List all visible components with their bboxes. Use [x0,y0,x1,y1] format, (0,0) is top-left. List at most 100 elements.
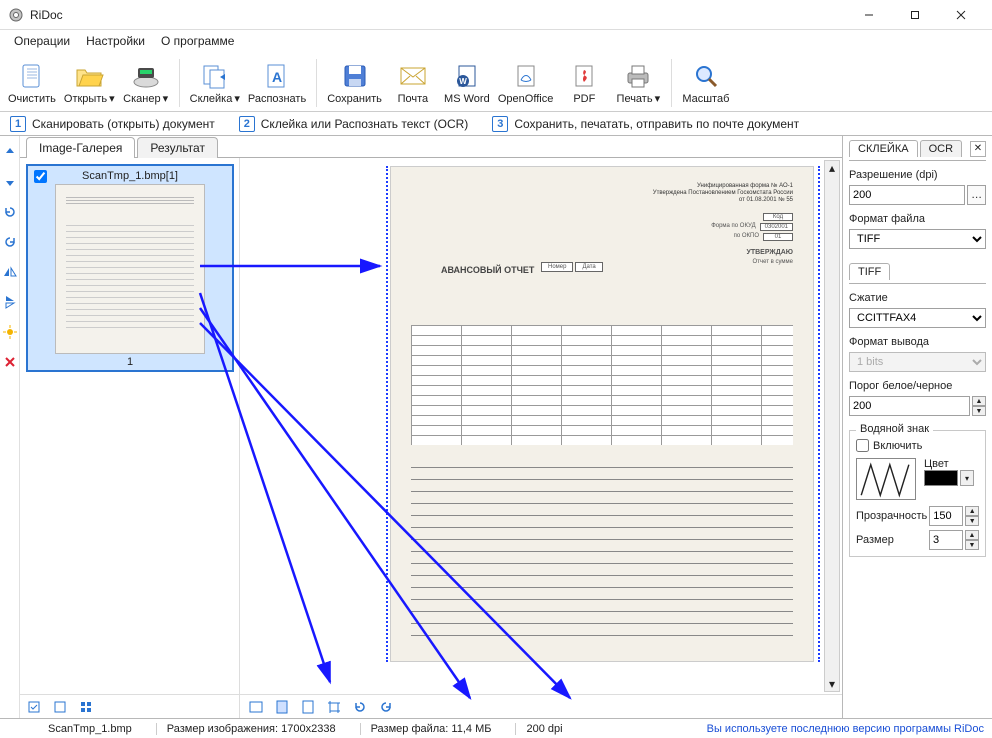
thumbnail-toolbar [20,694,239,718]
clear-button[interactable]: Очистить [4,58,60,107]
deselect-all-icon[interactable] [52,699,68,715]
preview-scrollbar[interactable]: ▴ ▾ [824,160,840,692]
resolution-label: Разрешение (dpi) [849,169,986,181]
close-button[interactable] [938,0,984,30]
step-1: 1Сканировать (открыть) документ [10,116,215,132]
size-input[interactable] [929,530,963,550]
stitch-button[interactable]: Склейка▾ [186,58,244,107]
rotate-icon[interactable] [352,699,368,715]
thumbnail-filename: ScanTmp_1.bmp[1] [32,170,228,182]
mail-button[interactable]: Почта [386,58,440,107]
document-page: Унифицированная форма № АО-1 Утверждена … [390,166,814,662]
opacity-input[interactable] [929,506,963,526]
crop-guide-left[interactable] [386,166,388,662]
fit-page-icon[interactable] [274,699,290,715]
watermark-enable-checkbox[interactable] [856,439,869,452]
menu-settings[interactable]: Настройки [78,31,153,51]
resolution-browse-button[interactable]: … [967,185,986,205]
steps-bar: 1Сканировать (открыть) документ 2Склейка… [0,112,992,136]
brightness-icon[interactable] [2,324,18,340]
scanner-button[interactable]: Сканер▾ [119,58,173,107]
opacity-label: Прозрачность [856,510,927,522]
menu-bar: Операции Настройки О программе [0,30,992,52]
resolution-input[interactable] [849,185,965,205]
chevron-down-icon: ▾ [163,92,169,105]
threshold-input[interactable] [849,396,970,416]
fit-width-icon[interactable] [248,699,264,715]
maximize-button[interactable] [892,0,938,30]
color-swatch[interactable] [924,470,958,486]
tab-gallery[interactable]: Image-Галерея [26,137,135,158]
preview-toolbar [240,694,842,718]
svg-text:W: W [459,77,467,86]
watermark-group: Водяной знак Включить Цвет ▾ Прозрачност… [849,430,986,557]
gallery-tabs: Image-Галерея Результат [20,136,842,158]
status-dpi: 200 dpi [515,723,572,735]
rotate-right-icon[interactable] [2,234,18,250]
zoom-button[interactable]: Масштаб [678,58,733,107]
step-2: 2Склейка или Распознать текст (OCR) [239,116,469,132]
flip-v-icon[interactable] [2,294,18,310]
thumbnail-item[interactable]: ScanTmp_1.bmp[1] 1 [26,164,234,372]
preview-canvas[interactable]: Унифицированная форма № АО-1 Утверждена … [240,158,842,694]
format-label: Формат файла [849,213,986,225]
menu-about[interactable]: О программе [153,31,242,51]
arrow-down-icon[interactable] [2,174,18,190]
output-label: Формат вывода [849,336,986,348]
right-panel: СКЛЕЙКА OCR ✕ Разрешение (dpi) … Формат … [842,136,992,718]
grid-view-icon[interactable] [78,699,94,715]
msword-button[interactable]: W MS Word [440,58,494,107]
rotate-left-icon[interactable] [2,204,18,220]
tiff-tab[interactable]: TIFF [849,263,890,280]
actual-size-icon[interactable] [300,699,316,715]
size-label: Размер [856,534,927,546]
color-dropdown-button[interactable]: ▾ [960,470,974,486]
recognize-button[interactable]: A Распознать [244,58,310,107]
thumbnail-page-number: 1 [32,356,228,368]
watermark-enable-label: Включить [873,440,922,452]
panel-close-button[interactable]: ✕ [970,141,986,157]
threshold-spinner[interactable]: ▲▼ [972,396,986,416]
step-3: 3Сохранить, печатать, отправить по почте… [492,116,799,132]
crop-guide-right[interactable] [818,166,820,662]
status-image-size: 1700x2338 [281,723,335,735]
status-filename: ScanTmp_1.bmp [8,723,142,735]
menu-operations[interactable]: Операции [6,31,78,51]
window-title: RiDoc [30,8,846,22]
svg-text:A: A [272,69,282,85]
pdf-button[interactable]: PDF [557,58,611,107]
select-all-icon[interactable] [26,699,42,715]
chevron-down-icon: ▾ [234,92,240,105]
crop-icon[interactable] [326,699,342,715]
print-button[interactable]: Печать▾ [611,58,665,107]
left-toolstrip [0,136,20,718]
color-label: Цвет [924,458,974,470]
minimize-button[interactable] [846,0,892,30]
main-toolbar: Очистить Открыть▾ Сканер▾ Склейка▾ A Рас… [0,52,992,112]
compression-label: Сжатие [849,292,986,304]
delete-icon[interactable] [2,354,18,370]
format-select[interactable]: TIFF [849,229,986,249]
thumbnail-checkbox[interactable] [34,170,47,183]
chevron-down-icon: ▾ [109,92,115,105]
status-file-size: 11,4 МБ [451,723,491,735]
save-button[interactable]: Сохранить [323,58,386,107]
flip-h-icon[interactable] [2,264,18,280]
tab-result[interactable]: Результат [137,137,218,158]
status-version-link[interactable]: Вы используете последнюю версию программ… [707,723,984,735]
panel-tab-stitch[interactable]: СКЛЕЙКА [849,140,918,157]
size-spinner[interactable]: ▲▼ [965,530,979,550]
panel-tab-ocr[interactable]: OCR [920,140,962,157]
chevron-down-icon: ▾ [655,92,661,105]
open-button[interactable]: Открыть▾ [60,58,119,107]
arrow-up-icon[interactable] [2,144,18,160]
title-bar: RiDoc [0,0,992,30]
openoffice-button[interactable]: OpenOffice [494,58,557,107]
thumbnail-panel: ScanTmp_1.bmp[1] 1 [20,158,240,718]
status-bar: ScanTmp_1.bmp Размер изображения: 1700x2… [0,718,992,738]
rotate-2-icon[interactable] [378,699,394,715]
compression-select[interactable]: CCITTFAX4 [849,308,986,328]
threshold-label: Порог белое/черное [849,380,986,392]
output-select: 1 bits [849,352,986,372]
opacity-spinner[interactable]: ▲▼ [965,506,979,526]
